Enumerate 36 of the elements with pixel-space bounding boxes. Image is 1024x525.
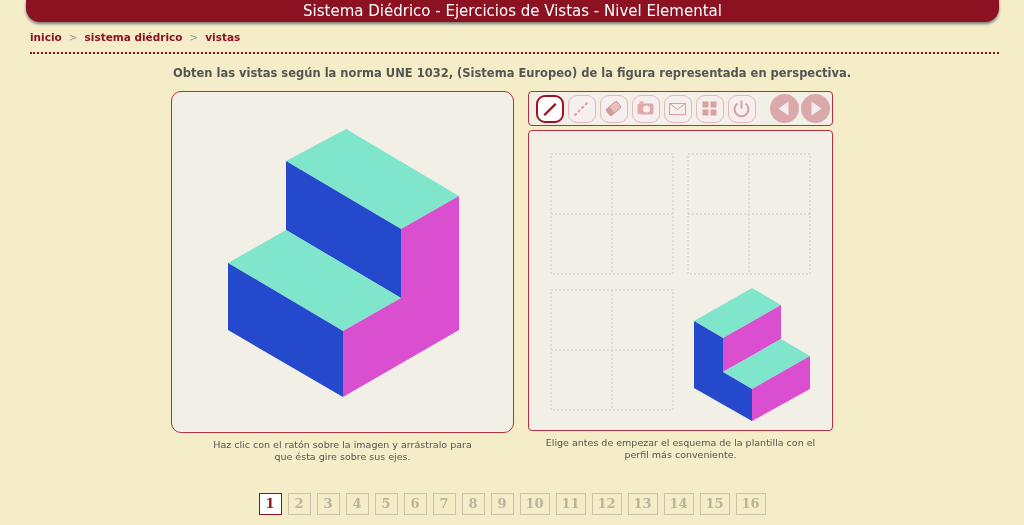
page-link[interactable]: 8 [461, 493, 485, 515]
page-link[interactable]: 1 [258, 493, 282, 515]
page-link[interactable]: 5 [374, 493, 398, 515]
page-link[interactable]: 11 [555, 493, 586, 515]
power-icon[interactable] [728, 94, 756, 123]
instruction-text: Obten las vistas según la norma UNE 1032, (Sistema Europeo) de la figura representada en perspectiva. [171, 66, 853, 80]
page-link[interactable]: 16 [735, 493, 766, 515]
camera-icon[interactable] [632, 94, 660, 123]
page-link[interactable]: 15 [699, 493, 730, 515]
page-link[interactable]: 6 [403, 493, 427, 515]
grid-icon[interactable] [696, 94, 724, 123]
breadcrumb-separator: > [68, 31, 78, 43]
stair-block-drawing[interactable] [694, 288, 810, 421]
template-grid[interactable] [550, 289, 674, 411]
page-link[interactable]: 14 [663, 493, 694, 515]
page-link[interactable]: 9 [490, 493, 514, 515]
page-link[interactable]: 3 [316, 493, 340, 515]
page-link[interactable]: 12 [591, 493, 622, 515]
breadcrumb-separator: > [189, 31, 199, 43]
stair-block-drawing[interactable] [228, 129, 459, 397]
page-title: Sistema Diédrico - Ejercicios de Vistas - Nivel Elemental [303, 1, 722, 22]
breadcrumb-link[interactable]: inicio [30, 31, 62, 43]
template-caption: Elige antes de empezar el esquema de la plantilla con el perfil más conveniente. [544, 437, 817, 461]
page-link[interactable]: 2 [287, 493, 311, 515]
breadcrumb-link[interactable]: vistas [205, 31, 241, 43]
template-grid[interactable] [687, 153, 811, 275]
line-tool-icon[interactable] [536, 94, 564, 123]
page-link[interactable]: 4 [345, 493, 369, 515]
page-link[interactable]: 7 [432, 493, 456, 515]
template-grid[interactable] [550, 153, 674, 275]
envelope-icon[interactable] [664, 94, 692, 123]
page-link[interactable]: 13 [627, 493, 658, 515]
perspective-caption: Haz clic con el ratón sobre la imagen y arrástralo para que ésta gire sobre sus ejes. [212, 439, 473, 463]
page-link[interactable]: 10 [519, 493, 550, 515]
eraser-icon[interactable] [600, 94, 628, 123]
breadcrumb-link[interactable]: sistema diédrico [84, 31, 183, 43]
